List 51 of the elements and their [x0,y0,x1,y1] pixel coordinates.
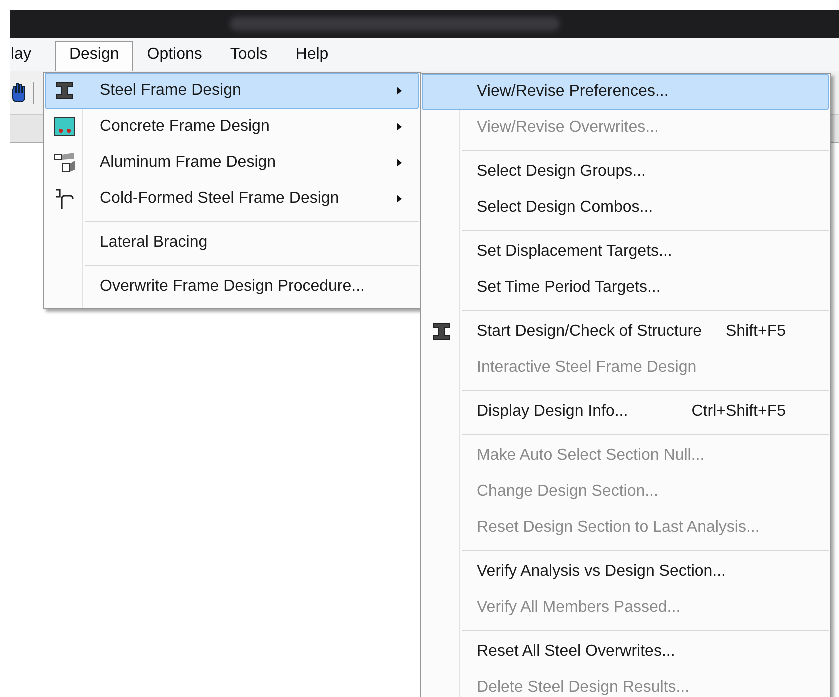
menu-item-label: Aluminum Frame Design [100,154,276,172]
menu-item[interactable]: Concrete Frame Design [45,109,419,145]
menu-item[interactable]: Select Design Groups... [422,154,829,190]
menu-item-label: Display Design Info... [477,403,628,421]
i-beam-icon [55,81,75,101]
shortcut-label: Ctrl+Shift+F5 [690,403,786,421]
menu-item-label: Verify Analysis vs Design Section... [477,563,726,581]
menu-item-label: Select Design Combos... [477,199,654,217]
menu-item[interactable]: Reset All Steel Overwrites... [422,634,829,670]
menu-item-label: Change Design Section... [477,483,658,501]
menu-item[interactable]: Start Design/Check of Structure Shift+F5 [422,314,829,350]
menu-item[interactable]: Help [282,41,343,71]
shortcut-label: Shift+F5 [724,323,786,341]
menu-item[interactable]: Aluminum Frame Design [45,145,419,181]
menu-item-label: Verify All Members Passed... [477,599,681,617]
menu-item[interactable]: Lateral Bracing [45,225,419,261]
menu-item[interactable]: Verify Analysis vs Design Section... [422,554,829,590]
menu-item[interactable]: Steel Frame Design [45,73,419,109]
c-profile-icon [54,188,76,210]
menu-item[interactable]: lay [10,41,46,71]
menu-item[interactable]: Set Displacement Targets... [422,234,829,270]
menu-item-label: Delete Steel Design Results... [477,679,690,697]
menu-item-label: Select Design Groups... [477,163,646,181]
menu-item-label: Set Displacement Targets... [477,243,672,261]
menu-item-label: Reset Design Section to Last Analysis... [477,519,760,537]
menu-item-label: Reset All Steel Overwrites... [477,643,676,661]
menu-item-label: Lateral Bracing [100,234,208,252]
menu-item-label: Steel Frame Design [100,82,242,100]
menu-item-label: Make Auto Select Section Null... [477,447,705,465]
concrete-section-icon [54,117,76,137]
menu-item[interactable]: Options [133,41,216,71]
menu-item-label: Concrete Frame Design [100,118,270,136]
menu-item[interactable]: Display Design Info... Ctrl+Shift+F5 [422,394,829,430]
tube-sections-icon [54,152,76,174]
menu-item-label: Cold-Formed Steel Frame Design [100,190,340,208]
menu-item-label: View/Revise Overwrites... [477,119,659,137]
menu-item[interactable]: Tools [216,41,282,71]
menu-item-label: View/Revise Preferences... [477,83,669,101]
menu-item[interactable]: Select Design Combos... [422,190,829,226]
menu-item[interactable]: Overwrite Frame Design Procedure... [45,269,419,305]
hand-icon [10,82,28,104]
menu-item[interactable]: Design [55,41,134,71]
menu-item[interactable]: View/Revise Preferences... [422,74,829,110]
menu-item-label: Overwrite Frame Design Procedure... [100,278,365,296]
toolbar-divider-icon [32,82,35,104]
i-beam-icon [432,322,452,342]
menu-item-label: Start Design/Check of Structure [477,323,702,341]
menu-item[interactable]: Set Time Period Targets... [422,270,829,306]
menu-item-label: Set Time Period Targets... [477,279,661,297]
menu-item-label: Interactive Steel Frame Design [477,359,697,377]
menu-item[interactable]: Cold-Formed Steel Frame Design [45,181,419,217]
